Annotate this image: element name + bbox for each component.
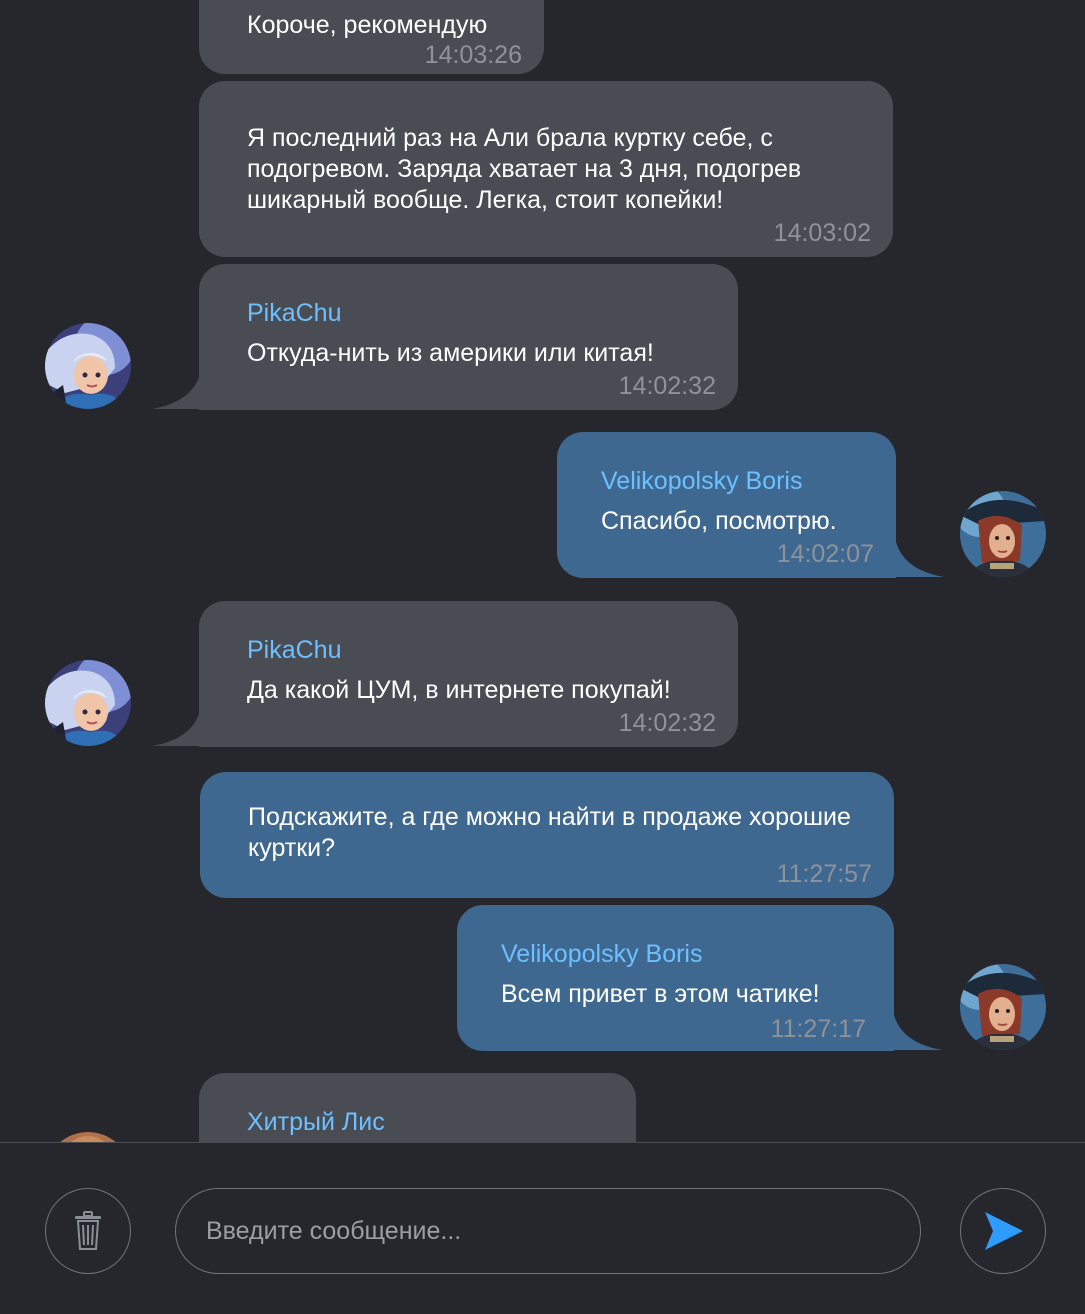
chat-message-list[interactable]: Короче, рекомендую 14:03:26 Я последний …	[0, 0, 1085, 1142]
message-bubble: Короче, рекомендую 14:03:26	[199, 0, 544, 74]
avatar[interactable]	[960, 491, 1046, 577]
message-text: Подскажите, а где можно найти в продаже …	[248, 803, 851, 862]
delete-button[interactable]	[45, 1188, 131, 1274]
avatar[interactable]	[45, 323, 131, 409]
message-text: Короче, рекомендую	[247, 11, 488, 39]
message-bubble: PikaChu Да какой ЦУМ, в интернете покупа…	[199, 601, 738, 747]
message-text: Откуда-нить из америки или китая!	[247, 339, 654, 367]
avatar[interactable]	[45, 660, 131, 746]
trash-icon	[75, 1211, 101, 1250]
message-time: 14:02:32	[618, 372, 716, 400]
message-time: 11:27:57	[776, 860, 872, 888]
message-time: 14:02:32	[618, 709, 716, 737]
message-bubble: Хитрый Лис	[199, 1073, 636, 1142]
message-time: 14:03:26	[424, 41, 522, 69]
message-bubble: Velikopolsky Boris Спасибо, посмотрю. 14…	[557, 432, 896, 578]
message-author[interactable]: Velikopolsky Boris	[601, 467, 802, 496]
message-bubble: Я последний раз на Али брала куртку себе…	[199, 81, 893, 257]
send-button[interactable]	[960, 1188, 1046, 1274]
send-icon	[985, 1212, 1023, 1250]
message-bubble: Velikopolsky Boris Всем привет в этом ча…	[457, 905, 894, 1051]
message-text: Я последний раз на Али брала куртку себе…	[247, 124, 802, 214]
avatar[interactable]	[45, 1132, 131, 1142]
avatar-pikachu-image	[45, 323, 131, 409]
avatar-boris-image	[960, 964, 1046, 1050]
message-author[interactable]: PikaChu	[247, 299, 342, 328]
message-text: Всем привет в этом чатике!	[501, 980, 820, 1008]
avatar-pikachu-image	[45, 660, 131, 746]
message-composer	[0, 1142, 1085, 1314]
avatar-fox-image	[45, 1132, 131, 1142]
message-author[interactable]: PikaChu	[247, 636, 342, 665]
message-author[interactable]: Хитрый Лис	[247, 1108, 385, 1137]
message-author[interactable]: Velikopolsky Boris	[501, 940, 702, 969]
message-time: 14:02:07	[776, 540, 874, 568]
message-time: 14:03:02	[773, 219, 871, 247]
message-input[interactable]	[175, 1188, 921, 1274]
message-text: Спасибо, посмотрю.	[601, 507, 837, 535]
message-text: Да какой ЦУМ, в интернете покупай!	[247, 676, 671, 704]
message-bubble: PikaChu Откуда-нить из америки или китая…	[199, 264, 738, 410]
avatar[interactable]	[960, 964, 1046, 1050]
message-bubble: Подскажите, а где можно найти в продаже …	[200, 772, 894, 898]
message-time: 11:27:17	[770, 1015, 866, 1043]
avatar-boris-image	[960, 491, 1046, 577]
